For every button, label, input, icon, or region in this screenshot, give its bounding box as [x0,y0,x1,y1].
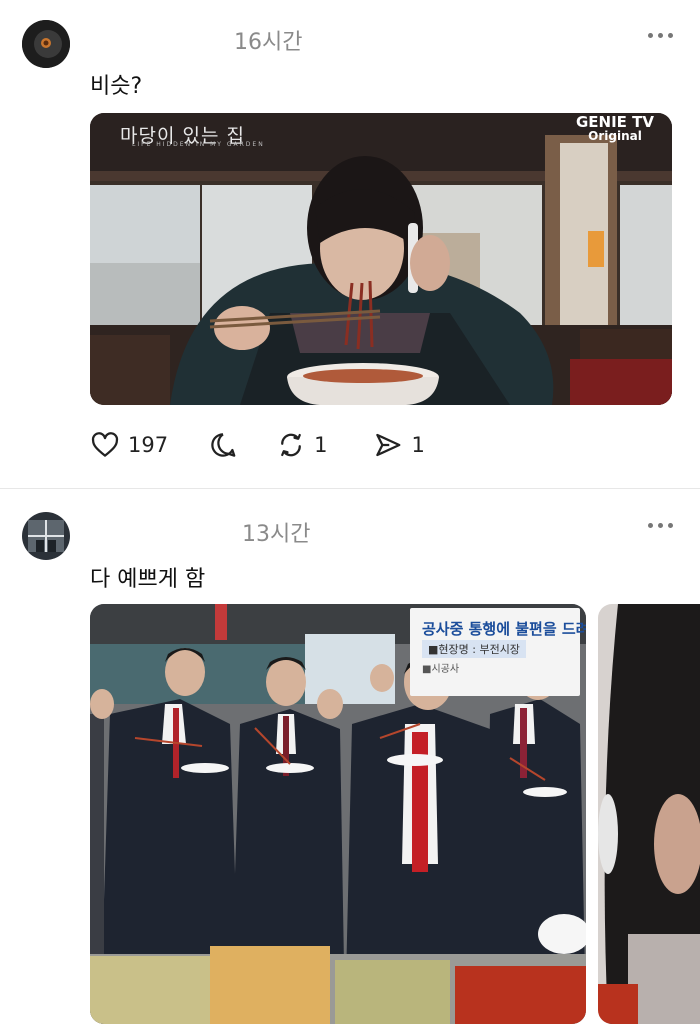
brand-logo: GENIE TV Original [576,115,654,144]
avatar-image [22,512,70,560]
heart-icon [91,432,119,457]
sign-text-3: ■시공사 [422,664,460,675]
reply-button[interactable] [208,430,238,460]
like-button[interactable]: 197 [90,430,168,460]
repost-count: 1 [314,433,328,457]
post-image-1[interactable]: 공사중 통행에 불편을 드려 ■현장명 : 부전시장 ■시공사 [90,604,586,1024]
send-icon [376,433,401,457]
avatar-image [22,20,70,68]
post-time: 16시간 [234,30,303,55]
more-options-icon[interactable] [648,33,673,38]
repost-button[interactable]: 1 [276,430,327,460]
comment-icon [211,433,236,457]
sign-text-2: ■현장명 : 부전시장 [422,640,526,658]
second-photo [598,604,700,1024]
construction-sign: 공사중 통행에 불편을 드려 ■현장명 : 부전시장 ■시공사 [410,608,586,696]
more-options-icon[interactable] [648,523,673,528]
sign-text-1: 공사중 통행에 불편을 드려 [422,620,586,638]
post-text: 다 예쁘게 함 [90,567,206,592]
post-image-2[interactable] [598,604,700,1024]
avatar[interactable] [22,512,70,560]
post-text: 비슷? [90,74,143,99]
brand-sub: Original [588,129,642,143]
post-time: 13시간 [242,522,311,547]
repost-icon [281,433,301,457]
post-video[interactable]: 마당이 있는 집 LIFE HIDDEN IN MY GARDEN GENIE … [90,113,672,405]
share-button[interactable]: 1 [373,430,425,460]
show-subtitle: LIFE HIDDEN IN MY GARDEN [132,141,265,148]
avatar[interactable] [22,20,70,68]
post-actions: 197 1 1 [90,430,425,460]
share-count: 1 [411,433,425,457]
post-divider [0,488,700,489]
like-count: 197 [128,433,169,457]
video-frame [90,113,672,405]
